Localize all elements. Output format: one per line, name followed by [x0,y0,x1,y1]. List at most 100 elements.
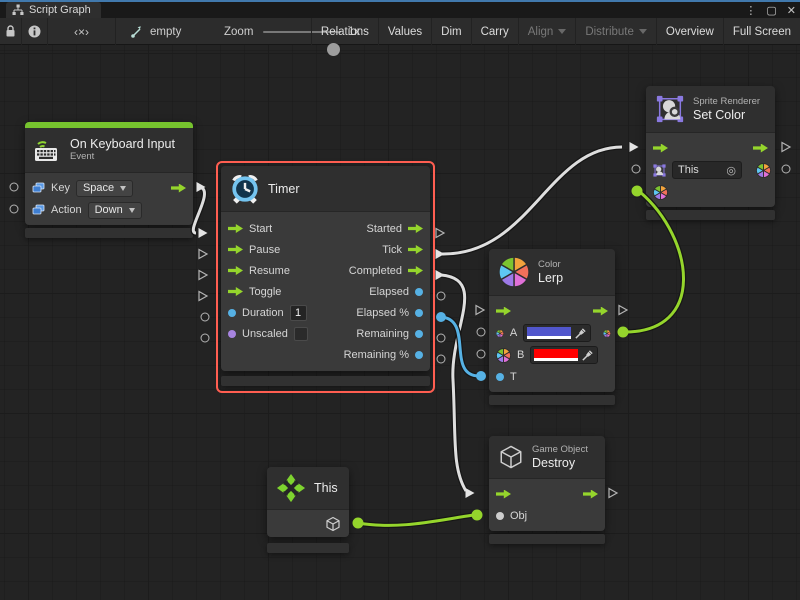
destroy-ctrl-in-port[interactable] [464,487,476,500]
lerp-t-in-pin [496,373,504,381]
lerp-a-label: A [510,327,517,339]
setcolor-node-header: Sprite Renderer Set Color [646,86,775,132]
values-button[interactable]: Values [378,18,431,45]
timer-remaining-percent-port[interactable] [437,355,446,364]
timer-completed-port[interactable] [434,269,446,282]
setcolor-color-port[interactable] [632,186,643,197]
timer-node-footer [221,376,430,386]
timer-elapsed-percent-port[interactable] [436,312,446,322]
tab-script-graph[interactable]: Script Graph [6,2,101,18]
timer-elapsed-port[interactable] [437,292,446,301]
tick-out-pin [408,245,423,254]
timer-row-1: Start Started [221,218,430,239]
unscaled-checkbox[interactable] [294,327,308,341]
setcolor-ctrl-out-pin [753,144,768,153]
keyboard-node-header: On Keyboard Input Event [25,128,193,172]
maximize-icon[interactable]: ▢ [766,4,776,17]
node-destroy[interactable]: Game Object Destroy Obj [489,436,605,531]
distribute-button[interactable]: Distribute [575,18,656,45]
obj-in-pin [496,512,504,520]
color-a-swatch[interactable] [527,327,571,339]
lerp-control-row [489,300,615,322]
fullscreen-button[interactable]: Full Screen [723,18,800,45]
code-view-toggle[interactable]: ‹×› [48,18,116,45]
relations-button[interactable]: Relations [311,18,378,45]
completed-out-pin [408,266,423,275]
lerp-node-footer [489,395,615,405]
destroy-node-title: Destroy [532,456,588,470]
timer-row-6: Unscaled Remaining [221,323,430,344]
graph-breadcrumb[interactable]: empty [130,18,181,45]
destroy-node-footer [489,534,605,544]
timer-start-port[interactable] [197,227,209,240]
node-this[interactable]: This [267,467,349,537]
timer-row-3: Resume Completed [221,260,430,281]
setcolor-ctrl-out-port[interactable] [781,141,792,153]
target-object-field[interactable]: This ◎ [672,161,742,179]
node-timer[interactable]: Timer Start Started Pause Tick Resume Co… [221,166,430,371]
lerp-result-port[interactable] [618,327,629,338]
timer-started-port[interactable] [435,227,446,239]
color-b-swatch[interactable] [534,349,578,361]
action-dropdown[interactable]: Down [88,202,142,219]
lock-button[interactable] [0,18,22,45]
timer-tick-port[interactable] [434,248,446,261]
node-color-lerp[interactable]: Color Lerp A [489,249,615,392]
color-a-field[interactable] [523,324,591,342]
color-b-field[interactable] [530,346,598,364]
destroy-node-body: Obj [489,478,605,531]
lerp-t-port[interactable] [476,371,486,381]
destroy-ctrl-out-port[interactable] [608,487,619,499]
keyboard-action-port[interactable] [10,205,19,214]
setcolor-node-footer [646,210,775,220]
key-dropdown[interactable]: Space [76,180,133,197]
carry-button[interactable]: Carry [471,18,518,45]
setcolor-target-port[interactable] [632,165,641,174]
window-controls: ⋮ ▢ ✕ [745,2,796,18]
timer-remaining-port[interactable] [437,334,446,343]
node-on-keyboard-input[interactable]: On Keyboard Input Event Key Space Action [25,122,193,225]
timer-row-5: Duration1 Elapsed % [221,302,430,323]
lerp-ctrl-in-port[interactable] [475,304,486,316]
sprite-renderer-icon [655,94,685,124]
keyboard-key-port[interactable] [10,183,19,192]
setcolor-color-row [646,181,775,203]
dim-button[interactable]: Dim [431,18,470,45]
window-menu-icon[interactable]: ⋮ [745,4,756,17]
object-picker-icon[interactable]: ◎ [726,164,736,177]
info-button[interactable] [22,18,48,45]
destroy-obj-port[interactable] [472,510,483,521]
overview-button[interactable]: Overview [656,18,723,45]
key-label: Key [51,182,70,194]
timer-toggle-port[interactable] [198,290,209,302]
timer-icon [230,174,260,204]
keyboard-trigger-out-port[interactable] [195,181,207,194]
toggle-in-pin [228,287,243,296]
node-set-color[interactable]: Sprite Renderer Set Color This ◎ [646,86,775,207]
setcolor-out-port[interactable] [782,165,791,174]
pause-in-pin [228,245,243,254]
timer-pause-port[interactable] [198,248,209,260]
align-button[interactable]: Align [518,18,576,45]
keycode-icon [32,182,45,194]
lerp-node-header: Color Lerp [489,249,615,295]
timer-duration-port[interactable] [201,313,210,322]
timer-unscaled-port[interactable] [201,334,210,343]
start-in-pin [228,224,243,233]
trigger-out-pin [171,184,186,193]
close-icon[interactable]: ✕ [787,4,796,17]
lerp-b-port[interactable] [477,350,486,359]
this-self-icon [276,473,306,503]
setcolor-ctrl-in-port[interactable] [628,141,640,154]
lerp-a-port[interactable] [477,328,486,337]
eyedropper-icon[interactable] [581,349,594,362]
key-row: Key Space [25,177,193,199]
sprite-renderer-mini-icon [653,164,666,177]
timer-resume-port[interactable] [198,269,209,281]
lerp-ctrl-out-port[interactable] [618,304,629,316]
graph-hierarchy-icon [12,4,24,16]
eyedropper-icon[interactable] [574,327,587,340]
this-out-port[interactable] [353,518,364,529]
duration-value-field[interactable]: 1 [290,305,307,321]
destroy-node-header: Game Object Destroy [489,436,605,478]
